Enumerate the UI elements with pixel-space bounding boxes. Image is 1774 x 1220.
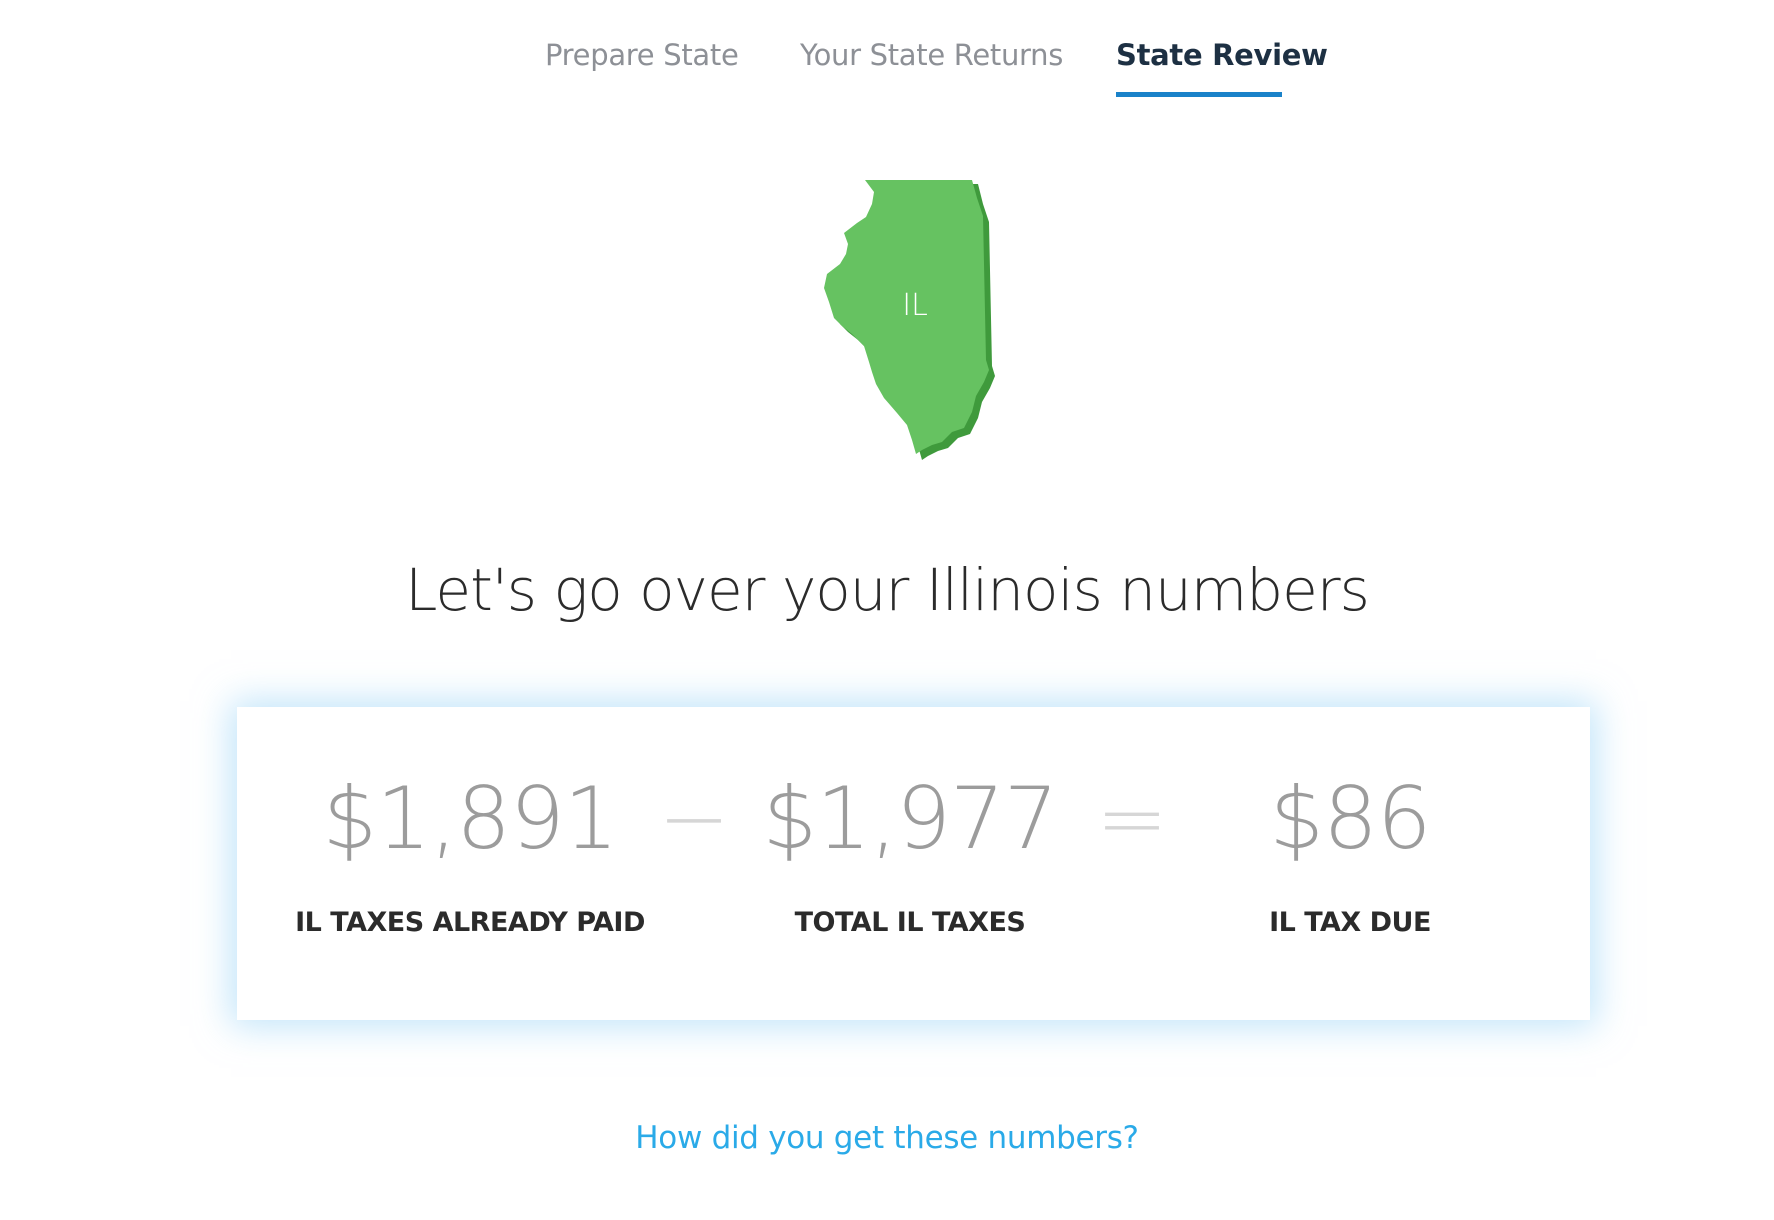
tab-state-review[interactable]: State Review (1116, 38, 1328, 72)
tax-summary-card: $1,891 − $1,977 = $86 IL TAXES ALREADY P… (237, 707, 1590, 1020)
tab-your-state-returns[interactable]: Your State Returns (800, 38, 1063, 72)
page-title: Let's go over your Illinois numbers (405, 556, 1370, 624)
total-taxes-amount: $1,977 (762, 769, 1059, 869)
tax-due-amount: $86 (1269, 769, 1431, 869)
already-paid-amount: $1,891 (322, 769, 619, 869)
state-abbreviation: IL (902, 288, 928, 323)
tax-due-label: IL TAX DUE (1269, 907, 1431, 938)
how-numbers-link[interactable]: How did you get these numbers? (0, 1120, 1774, 1156)
active-tab-underline (1116, 92, 1282, 97)
tab-prepare-state[interactable]: Prepare State (545, 38, 739, 72)
step-tabs: Prepare State Your State Returns State R… (0, 0, 1774, 110)
total-taxes-label: TOTAL IL TAXES (794, 907, 1026, 938)
already-paid-label: IL TAXES ALREADY PAID (295, 907, 645, 938)
illinois-map-icon: IL (820, 176, 1010, 476)
